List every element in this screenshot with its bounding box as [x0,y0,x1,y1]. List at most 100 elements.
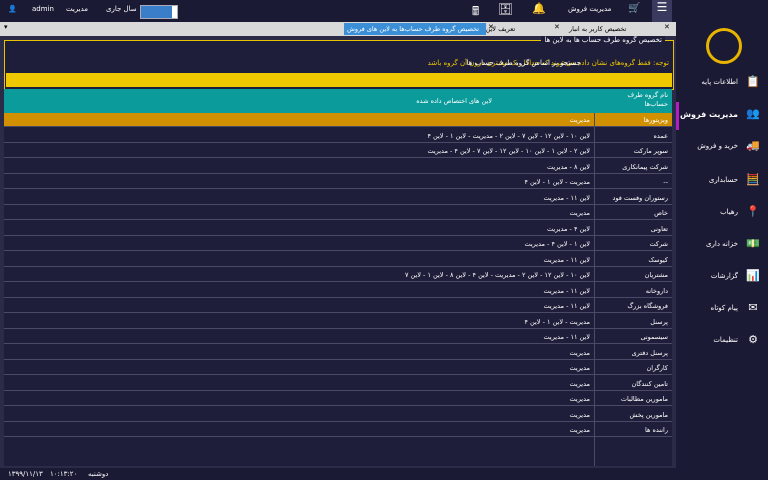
table-row[interactable]: شرکت پیمانکاری لاین ۸ - مدیریت [4,160,672,174]
sidebar-icon: 📍 [746,205,760,218]
table-row[interactable]: سیسمونی لاین ۱۱ - مدیریت [4,330,672,344]
username: admin [32,5,54,13]
sidebar-item-3[interactable]: حسابداری [709,176,738,184]
group-name-cell: فروشگاه بزرگ [627,302,668,310]
close-tab-icon[interactable]: ✕ [554,23,560,31]
groups-grid: نام گروه طرف حساب‌ها لاین های اختصاص داد… [4,89,672,466]
user-icon: 👤 [8,5,17,13]
group-name-cell: شرکت [649,240,668,248]
search-label: جستجو بر اساس گروه طرف حساب ها [466,59,581,67]
sidebar-item-8[interactable]: تنظیمات [713,336,738,344]
status-date: ۱۳۹۹/۱۱/۱۳ [8,470,43,478]
close-tab-icon[interactable]: ✕ [488,23,494,31]
lines-cell: مدیریت [569,426,590,434]
group-name-cell: پرسنل [650,317,668,326]
sidebar-item-4[interactable]: رهیاب [720,208,738,216]
group-name-cell: راننده ها [644,426,668,434]
group-title: تخصیص گروه طرف حساب ها به لاین ها [541,36,665,44]
group-name-cell: تعاونی [650,224,668,233]
tab-user-warehouse[interactable]: تخصیص کاربر به انبار [566,23,629,35]
col-lines[interactable]: لاین های اختصاص داده شده [416,97,492,105]
sidebar-item-5[interactable]: خزانه داری [706,240,738,248]
lines-cell: لاین ۸ - مدیریت [547,162,590,171]
group-name-cell: مامورین مطالبات [620,395,668,403]
lines-cell: لاین ۱۰ - لاین ۱۲ - لاین ۷ - لاین ۲ - مد… [427,131,590,140]
lines-cell: مدیریت [569,209,590,217]
table-row[interactable]: تعاونی لاین ۴ - مدیریت [4,222,672,236]
group-name-cell: مشتریان [644,271,668,279]
group-name-cell: سیسمونی [640,333,668,341]
group-name-cell: داروخانه [645,286,668,295]
lines-cell: مدیریت [569,348,590,357]
lines-cell: لاین ۱۱ - مدیریت [543,333,590,341]
table-row[interactable]: کارگران مدیریت [4,361,672,375]
table-row[interactable]: ویزیتورها مدیریت [4,113,672,127]
active-indicator [676,102,679,130]
calculator-icon[interactable]: 🖩 [472,2,479,23]
group-name-cell: شرکت پیمانکاری [622,162,668,171]
lines-cell: لاین ۱۰ - لاین ۱۲ - لاین ۲ - مدیریت - لا… [404,271,590,279]
col-group-name[interactable]: نام گروه طرف حساب‌ها [602,91,668,109]
database-icon[interactable]: 🗄 [498,2,513,16]
table-row[interactable]: شرکت لاین ۱ - لاین ۴ - مدیریت [4,237,672,251]
table-row[interactable]: تامین کنندگان مدیریت [4,377,672,391]
lines-cell: لاین ۱۱ - مدیریت [543,255,590,264]
section-title: مدیریت فروش [568,5,612,13]
table-row[interactable]: خاص مدیریت [4,206,672,220]
grid-header: نام گروه طرف حساب‌ها لاین های اختصاص داد… [4,89,672,113]
status-time: ۱۰:۱۳:۲۰ [50,470,78,478]
column-divider [594,113,595,466]
cart-icon: 🛒 [628,3,641,14]
table-row[interactable]: پرسنل دفتری مدیریت [4,346,672,360]
sidebar-item-6[interactable]: گزارشات [711,272,738,280]
sidebar-item-0[interactable]: اطلاعات پایه [701,78,738,86]
sidebar-icon: 📋 [746,75,760,88]
lines-cell: مدیریت [569,410,590,419]
lines-cell: مدیریت - لاین ۱ - لاین ۴ [524,178,590,186]
sidebar-icon: ⚙ [748,333,758,346]
tab-assign-groups[interactable]: تخصیص گروه طرف حساب‌ها به لاین های فروش [344,23,486,35]
menu-icon[interactable]: ☰ [652,0,672,22]
search-group: تخصیص گروه طرف حساب ها به لاین ها توجه: … [4,36,674,90]
table-row[interactable]: داروخانه لاین ۱۱ - مدیریت [4,284,672,298]
table-row[interactable]: مامورین پخش مدیریت [4,408,672,422]
group-name-cell: عمده [653,131,668,140]
sidebar-item-1[interactable]: مدیریت فروش [680,110,738,119]
table-row[interactable]: سوپر مارکت لاین ۲ - لاین ۱ - لاین ۱۰ - لا… [4,144,672,158]
sidebar-item-7[interactable]: پیام کوتاه [711,304,738,312]
table-row[interactable]: مشتریان لاین ۱۰ - لاین ۱۲ - لاین ۲ - مدیر… [4,268,672,282]
table-row[interactable]: فروشگاه بزرگ لاین ۱۱ - مدیریت [4,299,672,313]
table-row[interactable]: -- مدیریت - لاین ۱ - لاین ۴ [4,175,672,189]
main-panel: تخصیص گروه طرف حساب ها به لاین ها توجه: … [0,36,676,468]
table-row[interactable]: مامورین مطالبات مدیریت [4,392,672,406]
sidebar-icon: 📊 [746,269,760,282]
lines-cell: مدیریت [569,379,590,388]
table-row[interactable]: راننده ها مدیریت [4,423,672,437]
sidebar-icon: 👥 [746,107,760,120]
table-row[interactable]: کیوسک لاین ۱۱ - مدیریت [4,253,672,267]
search-input[interactable] [6,73,672,87]
tab-list-icon[interactable]: ▾ [4,23,8,31]
group-name-cell: ویزیتورها [643,116,668,124]
lines-cell: لاین ۱ - لاین ۴ - مدیریت [524,240,590,248]
table-row[interactable]: رستوران وفست فود لاین ۱۱ - مدیریت [4,191,672,205]
sidebar-icon: 🚚 [746,139,760,152]
sidebar-icon: 🧮 [746,173,760,186]
group-name-cell: کیوسک [648,255,668,264]
lines-cell: لاین ۴ - مدیریت [547,224,590,233]
sidebar-icon: 💵 [746,237,760,250]
status-day: دوشنبه [88,470,109,478]
close-tab-icon[interactable]: ✕ [664,23,670,31]
group-name-cell: خاص [654,209,668,217]
lines-cell: لاین ۱۱ - مدیریت [543,302,590,310]
year-label: سال جاری [106,5,137,13]
sidebar-item-2[interactable]: خرید و فروش [697,142,738,150]
bell-icon[interactable]: 🔔 [532,2,546,15]
lines-cell: مدیریت [569,395,590,403]
group-name-cell: رستوران وفست فود [612,193,668,202]
table-row[interactable]: پرسنل مدیریت - لاین ۱ - لاین ۴ [4,315,672,329]
tab-strip: ▾ تخصیص کاربر به انبار ✕ تعریف لاین جدید… [0,22,676,36]
table-row[interactable]: عمده لاین ۱۰ - لاین ۱۲ - لاین ۷ - لاین ۲ … [4,129,672,143]
top-bar: 👤 admin مدیریت سال جاری 🖩 🗄 🔔 مدیریت فرو… [0,0,768,22]
lines-cell: مدیریت [569,364,590,372]
